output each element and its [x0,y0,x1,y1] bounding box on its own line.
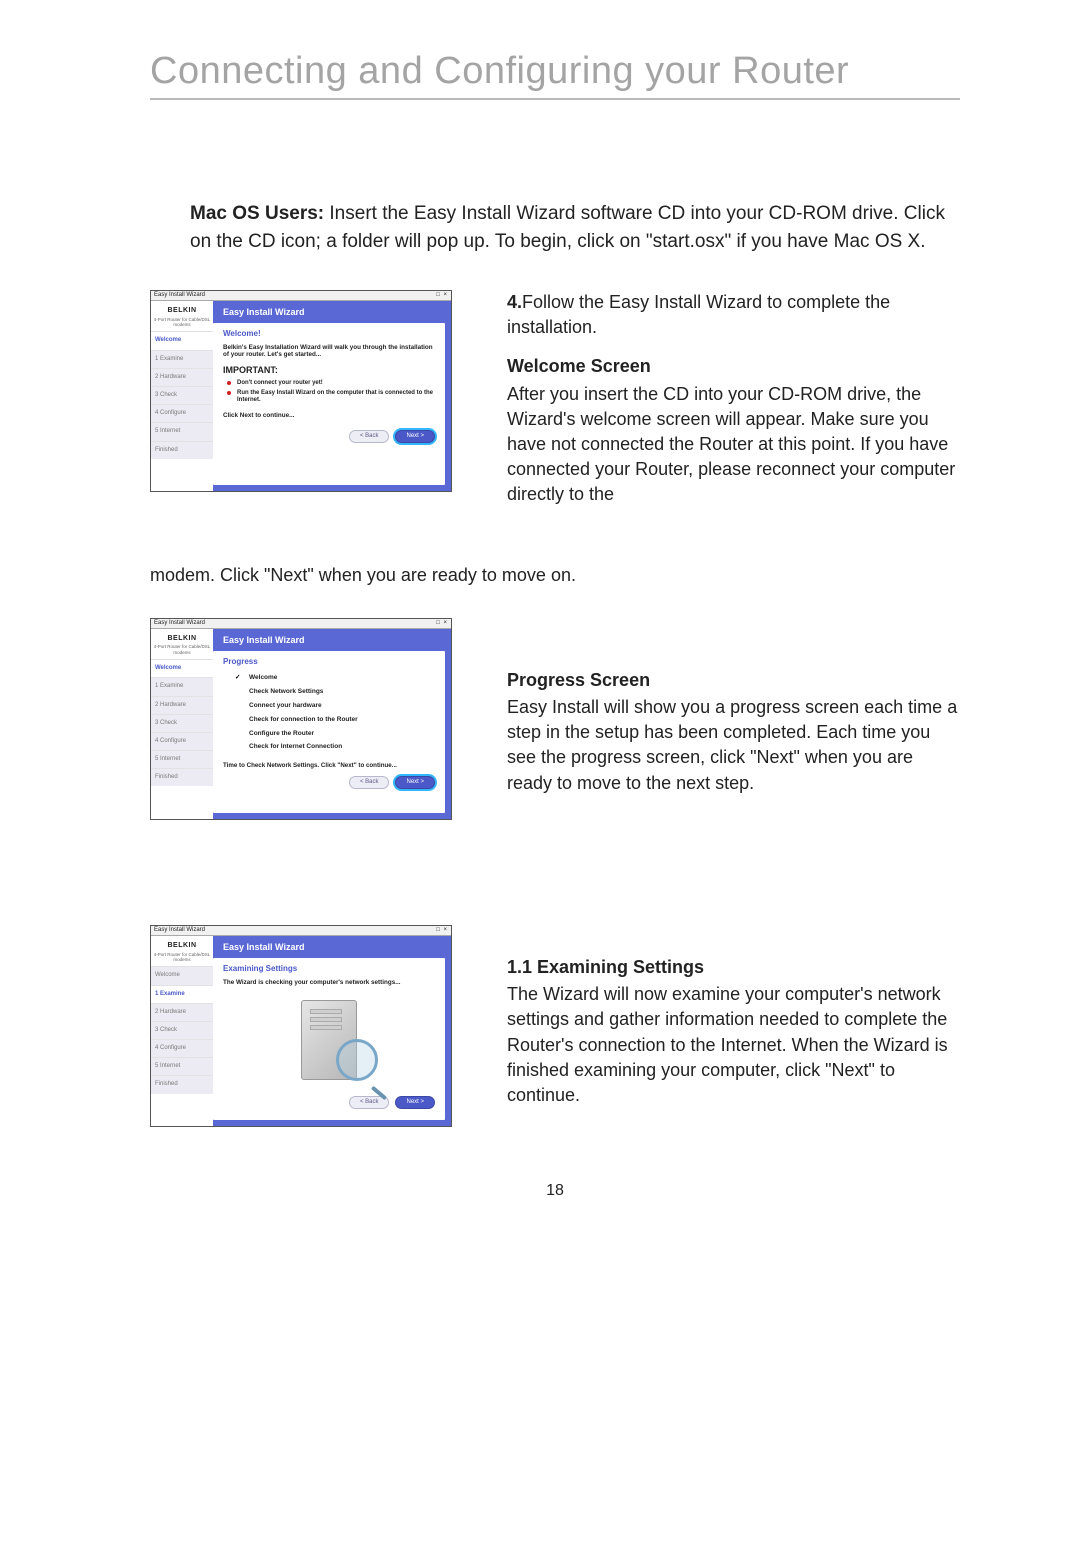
brand-sublabel: 4-Port Router for Cable/DSL modems [151,644,213,659]
brand-label: BELKIN [151,936,213,951]
examine-description: 1.1 Examining Settings The Wizard will n… [507,925,960,1108]
window-controls-icon [436,927,448,934]
progress-footer: Time to Check Network Settings. Click "N… [223,762,435,769]
next-button[interactable]: Next > [395,430,435,443]
wizard-pane: Welcome! Belkin's Easy Installation Wiza… [213,323,445,485]
sidebar-step-finished: Finished [151,441,213,459]
next-button[interactable]: Next > [395,1096,435,1109]
wizard-banner: Easy Install Wizard [213,936,451,958]
sidebar-step-internet: 5 Internet [151,1057,213,1075]
sidebar-step-internet: 5 Internet [151,750,213,768]
sidebar-step-welcome: Welcome [151,331,213,349]
sidebar-step-welcome: Welcome [151,659,213,677]
sidebar-step-hardware: 2 Hardware [151,1003,213,1021]
sidebar-step-examine: 1 Examine [151,985,213,1003]
back-button[interactable]: < Back [349,430,390,443]
sidebar-step-hardware: 2 Hardware [151,696,213,714]
wizard-titlebar: Easy Install Wizard [151,619,451,629]
continue-hint: Click Next to continue... [223,412,294,419]
wizard-window: Easy Install Wizard BELKIN 4-Port Router… [150,618,452,820]
sidebar-step-configure: 4 Configure [151,404,213,422]
wizard-banner: Easy Install Wizard [213,301,451,323]
welcome-body: After you insert the CD into your CD-ROM… [507,382,960,508]
wizard-window: Easy Install Wizard BELKIN 4-Port Router… [150,290,452,492]
sidebar-step-finished: Finished [151,1075,213,1093]
bullet-1: Don't connect your router yet! [223,380,435,387]
screenshot-welcome: Easy Install Wizard BELKIN 4-Port Router… [150,290,452,492]
sidebar-step-examine: 1 Examine [151,350,213,368]
wizard-pane: Progress Welcome Check Network Settings … [213,651,445,813]
window-controls-icon [436,620,448,627]
sidebar-step-internet: 5 Internet [151,422,213,440]
sidebar-step-hardware: 2 Hardware [151,368,213,386]
wizard-window-title: Easy Install Wizard [154,620,205,627]
important-label: IMPORTANT: [223,365,435,376]
examine-subhead: 1.1 Examining Settings [507,955,960,980]
sidebar-step-welcome: Welcome [151,966,213,984]
sidebar-step-configure: 4 Configure [151,732,213,750]
sidebar-step-configure: 4 Configure [151,1039,213,1057]
progress-item: Configure the Router [223,727,435,741]
sidebar-step-examine: 1 Examine [151,677,213,695]
pane-line1: The Wizard is checking your computer's n… [223,979,400,986]
wizard-window: Easy Install Wizard BELKIN 4-Port Router… [150,925,452,1127]
bullet-2: Run the Easy Install Wizard on the compu… [223,390,435,404]
examine-body: The Wizard will now examine your compute… [507,982,960,1108]
wizard-sidebar: BELKIN 4-Port Router for Cable/DSL modem… [151,629,213,819]
wizard-banner: Easy Install Wizard [213,629,451,651]
step4-number: 4. [507,292,522,312]
brand-sublabel: 4-Port Router for Cable/DSL modems [151,317,213,332]
screenshot-examine: Easy Install Wizard BELKIN 4-Port Router… [150,925,452,1127]
progress-body: Easy Install will show you a progress sc… [507,695,960,796]
welcome-subhead: Welcome Screen [507,354,960,379]
row-progress: Easy Install Wizard BELKIN 4-Port Router… [150,618,960,820]
wizard-sidebar: BELKIN 4-Port Router for Cable/DSL modem… [151,301,213,491]
wizard-window-title: Easy Install Wizard [154,927,205,934]
wizard-pane: Examining Settings The Wizard is checkin… [213,958,445,1120]
wizard-titlebar: Easy Install Wizard [151,926,451,936]
progress-item: Check Network Settings [223,685,435,699]
sidebar-step-check: 3 Check [151,1021,213,1039]
wizard-sidebar: BELKIN 4-Port Router for Cable/DSL modem… [151,936,213,1126]
sidebar-step-finished: Finished [151,768,213,786]
screenshot-progress: Easy Install Wizard BELKIN 4-Port Router… [150,618,452,820]
next-button[interactable]: Next > [395,776,435,789]
intro-lead: Mac OS Users: [190,203,324,224]
sidebar-step-check: 3 Check [151,386,213,404]
page-title: Connecting and Configuring your Router [150,50,960,100]
progress-item: Connect your hardware [223,699,435,713]
progress-item: Welcome [223,671,435,685]
row-examine: Easy Install Wizard BELKIN 4-Port Router… [150,925,960,1127]
wizard-titlebar: Easy Install Wizard [151,291,451,301]
progress-item: Check for Internet Connection [223,740,435,754]
progress-subhead: Progress Screen [507,668,960,693]
welcome-description: 4.Follow the Easy Install Wizard to comp… [507,290,960,508]
brand-sublabel: 4-Port Router for Cable/DSL modems [151,952,213,967]
page-number: 18 [150,1182,960,1200]
progress-item: Check for connection to the Router [223,713,435,727]
pane-heading: Examining Settings [223,964,435,974]
progress-description: Progress Screen Easy Install will show y… [507,618,960,796]
sidebar-step-check: 3 Check [151,714,213,732]
step4-text: Follow the Easy Install Wizard to comple… [507,292,890,337]
window-controls-icon [436,292,448,299]
welcome-overflow: modem. Click "Next" when you are ready t… [150,563,960,588]
computer-magnifier-icon [223,990,435,1090]
wizard-window-title: Easy Install Wizard [154,292,205,299]
back-button[interactable]: < Back [349,776,390,789]
intro-paragraph: Mac OS Users: Insert the Easy Install Wi… [190,200,960,255]
pane-heading: Progress [223,657,435,667]
brand-label: BELKIN [151,301,213,316]
pane-line1: Belkin's Easy Installation Wizard will w… [223,344,433,359]
row-welcome: Easy Install Wizard BELKIN 4-Port Router… [150,290,960,508]
brand-label: BELKIN [151,629,213,644]
pane-heading: Welcome! [223,329,435,339]
